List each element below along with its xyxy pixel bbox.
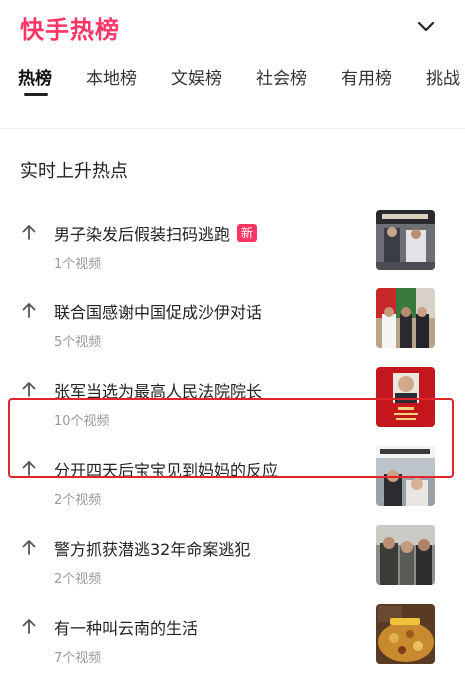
divider — [0, 128, 465, 129]
tab-useful[interactable]: 有用榜 — [341, 64, 392, 89]
hot-list-page: 快手热榜 热榜 本地榜 文娱榜 社会榜 有用榜 挑战 实时上升热点 男子染发后假… — [0, 0, 465, 686]
item-title-row: 有一种叫云南的生活 — [54, 615, 198, 639]
arrow-up-icon — [22, 225, 36, 240]
tab-local[interactable]: 本地榜 — [86, 64, 137, 89]
list-item[interactable]: 联合国感谢中国促成沙伊对话 5个视频 — [0, 277, 465, 355]
tab-bar: 热榜 本地榜 文娱榜 社会榜 有用榜 挑战 — [0, 60, 465, 104]
list-item[interactable]: 警方抓获潜逃32年命案逃犯 2个视频 — [0, 514, 465, 592]
item-title-row: 警方抓获潜逃32年命案逃犯 — [54, 536, 250, 560]
tab-hot[interactable]: 热榜 — [18, 64, 52, 89]
tab-society[interactable]: 社会榜 — [256, 64, 307, 89]
header: 快手热榜 — [0, 0, 465, 56]
chevron-down-icon — [417, 21, 435, 32]
list-item[interactable]: 有一种叫云南的生活 7个视频 — [0, 593, 465, 671]
highlight-box — [8, 398, 454, 478]
item-thumbnail[interactable] — [376, 604, 435, 664]
item-title: 有一种叫云南的生活 — [54, 619, 199, 638]
item-thumbnail[interactable] — [376, 288, 435, 348]
arrow-up-icon — [22, 382, 36, 397]
item-video-count: 2个视频 — [54, 572, 102, 587]
item-title-row: 男子染发后假装扫码逃跑 新 — [54, 221, 258, 245]
arrow-up-icon — [22, 303, 36, 318]
item-title: 联合国感谢中国促成沙伊对话 — [54, 303, 263, 322]
tab-active-indicator — [24, 93, 48, 96]
item-video-count: 2个视频 — [54, 493, 102, 508]
page-title: 快手热榜 — [20, 16, 120, 44]
item-thumbnail[interactable] — [376, 210, 435, 270]
item-thumbnail[interactable] — [376, 525, 435, 585]
collapse-button[interactable] — [413, 14, 439, 40]
new-badge: 新 — [237, 224, 258, 242]
item-title-row: 联合国感谢中国促成沙伊对话 — [54, 299, 262, 323]
section-title: 实时上升热点 — [20, 161, 128, 182]
arrow-up-icon — [22, 540, 36, 555]
item-video-count: 5个视频 — [54, 335, 102, 350]
tab-challenge[interactable]: 挑战 — [426, 64, 460, 89]
item-video-count: 1个视频 — [54, 257, 102, 272]
item-title: 警方抓获潜逃32年命案逃犯 — [54, 540, 251, 559]
item-video-count: 7个视频 — [54, 651, 102, 666]
item-title: 男子染发后假装扫码逃跑 — [54, 225, 231, 244]
arrow-up-icon — [22, 619, 36, 634]
tab-entertainment[interactable]: 文娱榜 — [171, 64, 222, 89]
list-item[interactable]: 男子染发后假装扫码逃跑 新 1个视频 — [0, 199, 465, 277]
